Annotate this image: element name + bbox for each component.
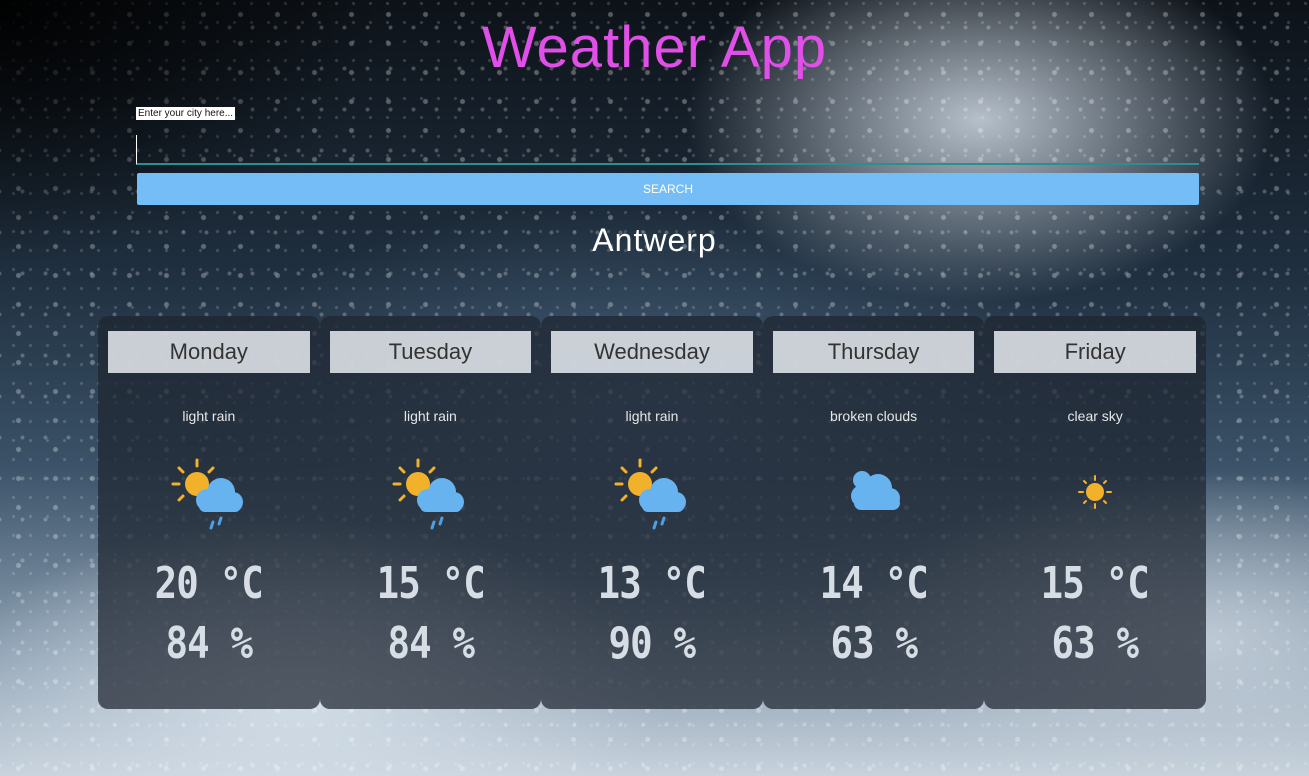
day-label: Monday <box>108 331 310 373</box>
temperature: 15 °C <box>1040 558 1150 609</box>
temperature: 20 °C <box>154 558 264 609</box>
day-label: Friday <box>994 331 1196 373</box>
temperature: 14 °C <box>819 558 928 609</box>
weather-description: light rain <box>182 408 236 424</box>
sun-cloud-rain-icon <box>169 456 249 534</box>
weather-description: clear sky <box>1067 408 1123 424</box>
humidity: 63 % <box>830 618 918 669</box>
forecast-card: Wednesday light rain 13 °C 90 % <box>541 316 763 709</box>
forecast-card: Friday clear sky 15 °C 63 % <box>984 316 1206 709</box>
weather-description: broken clouds <box>829 408 918 424</box>
humidity: 90 % <box>608 618 697 669</box>
day-label: Thursday <box>772 331 975 373</box>
city-search-input[interactable] <box>136 135 1199 165</box>
day-label: Wednesday <box>551 331 753 373</box>
sun-cloud-rain-icon <box>390 456 470 534</box>
forecast-card: Tuesday light rain 15 °C 84 % <box>319 316 542 709</box>
temperature: 13 °C <box>597 558 707 609</box>
sun-cloud-rain-icon <box>612 456 692 534</box>
temperature: 15 °C <box>376 558 485 609</box>
cloud-icon <box>834 456 914 534</box>
search-label: Enter your city here... <box>136 107 236 120</box>
humidity: 84 % <box>387 618 475 669</box>
forecast-cards: Monday light rain 20 °C 84 % Tuesday lig… <box>98 316 1206 709</box>
weather-description: light rain <box>625 408 679 424</box>
weather-description: light rain <box>403 408 457 424</box>
city-name: Antwerp <box>592 222 717 258</box>
sun-icon <box>1055 456 1135 534</box>
forecast-card: Thursday broken clouds 14 °C 63 % <box>762 316 985 709</box>
search-button[interactable]: SEARCH <box>137 173 1199 205</box>
day-label: Tuesday <box>329 331 532 373</box>
humidity: 84 % <box>165 618 253 669</box>
forecast-card: Monday light rain 20 °C 84 % <box>98 316 320 709</box>
humidity: 63 % <box>1051 618 1140 669</box>
app-title: Weather App <box>481 15 828 80</box>
